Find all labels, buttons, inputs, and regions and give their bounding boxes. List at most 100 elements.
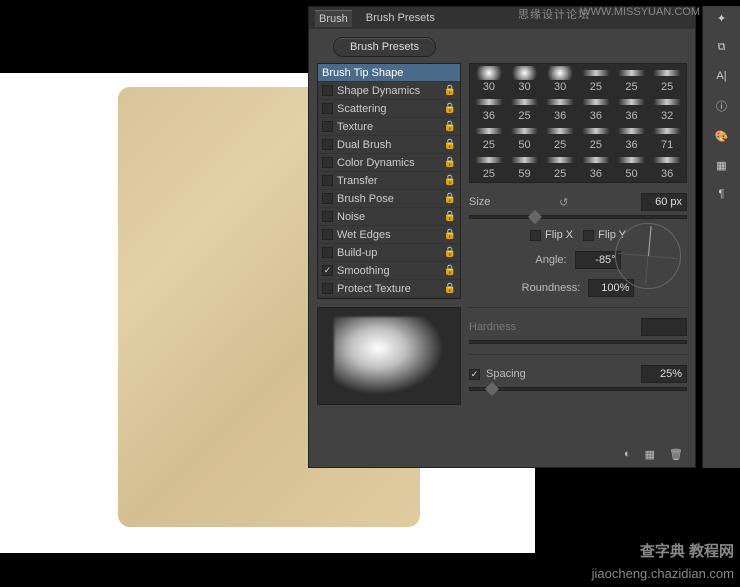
checkbox[interactable]	[322, 103, 333, 114]
lock-icon[interactable]: 🔒	[444, 211, 456, 222]
watermark-cn: 思缘设计论坛	[518, 6, 590, 22]
brush-presets-button[interactable]: Brush Presets	[333, 37, 436, 57]
watermark-url-bottom: jiaocheng.chazidian.com	[592, 566, 734, 581]
angle-input[interactable]	[575, 251, 621, 269]
reset-size-icon[interactable]: ↺	[559, 196, 568, 209]
checkbox[interactable]	[322, 247, 333, 258]
opt-dual-brush[interactable]: Dual Brush🔒	[318, 136, 460, 154]
checkbox[interactable]	[322, 283, 333, 294]
character-icon[interactable]: A|	[716, 70, 726, 82]
brushes-icon[interactable]: ✦	[717, 12, 726, 25]
spacing-checkbox[interactable]: ✓	[469, 369, 480, 380]
opt-wet-edges[interactable]: Wet Edges🔒	[318, 226, 460, 244]
brush-tip-cell[interactable]: 36	[579, 95, 613, 122]
spacing-label: Spacing	[486, 368, 526, 380]
brush-tip-cell[interactable]: 36	[650, 153, 684, 180]
brush-tip-grid[interactable]: 3030302525253625363636322550252536712559…	[469, 63, 687, 183]
checkbox[interactable]	[322, 139, 333, 150]
hardness-label: Hardness	[469, 321, 516, 333]
tab-brush-presets[interactable]: Brush Presets	[362, 10, 439, 26]
toggle-preview-icon[interactable]: ◐	[624, 448, 631, 461]
lock-icon[interactable]: 🔒	[444, 247, 456, 258]
brush-tip-cell[interactable]: 25	[508, 95, 542, 122]
lock-icon[interactable]: 🔒	[444, 229, 456, 240]
brush-tip-cell[interactable]: 25	[579, 124, 613, 151]
brush-tip-cell[interactable]: 50	[615, 153, 649, 180]
size-input[interactable]	[641, 193, 687, 211]
checkbox[interactable]	[322, 121, 333, 132]
brush-preview	[317, 307, 461, 405]
brush-tip-cell[interactable]: 25	[543, 153, 577, 180]
tab-brush[interactable]: Brush	[315, 10, 352, 27]
swatches-icon[interactable]: 🎨	[715, 130, 729, 143]
size-slider[interactable]	[469, 215, 687, 219]
opt-noise[interactable]: Noise🔒	[318, 208, 460, 226]
opt-color-dynamics[interactable]: Color Dynamics🔒	[318, 154, 460, 172]
brush-preview-stroke	[334, 317, 444, 395]
checkbox[interactable]	[322, 175, 333, 186]
brush-tip-cell[interactable]: 36	[472, 95, 506, 122]
brush-tip-cell[interactable]: 71	[650, 124, 684, 151]
checkbox[interactable]	[322, 211, 333, 222]
info-icon[interactable]: ⓘ	[716, 98, 727, 114]
brush-tip-cell[interactable]: 36	[615, 95, 649, 122]
brush-tip-cell[interactable]: 36	[579, 153, 613, 180]
checkbox[interactable]	[322, 85, 333, 96]
opt-scattering[interactable]: Scattering🔒	[318, 100, 460, 118]
opt-shape-dynamics[interactable]: Shape Dynamics🔒	[318, 82, 460, 100]
lock-icon[interactable]: 🔒	[444, 103, 456, 114]
brush-tip-cell[interactable]: 25	[650, 66, 684, 93]
right-toolbar: ✦ ⧉ A| ⓘ 🎨 ▦ ¶	[702, 6, 740, 468]
angle-label: Angle:	[535, 254, 566, 266]
brush-tip-cell[interactable]: 25	[543, 124, 577, 151]
checkbox[interactable]	[322, 157, 333, 168]
opt-smoothing[interactable]: ✓Smoothing🔒	[318, 262, 460, 280]
paragraph-icon[interactable]: ¶	[719, 188, 725, 200]
opt-buildup[interactable]: Build-up🔒	[318, 244, 460, 262]
checkbox[interactable]	[322, 193, 333, 204]
opt-protect-texture[interactable]: Protect Texture🔒	[318, 280, 460, 298]
watermark-url-top: WWW.MISSYUAN.COM	[580, 6, 700, 18]
brush-tip-cell[interactable]: 30	[543, 66, 577, 93]
lock-icon[interactable]: 🔒	[444, 121, 456, 132]
hardness-slider	[469, 340, 687, 344]
brush-tip-cell[interactable]: 36	[543, 95, 577, 122]
spacing-slider[interactable]	[469, 387, 687, 391]
lock-icon[interactable]: 🔒	[444, 283, 456, 294]
opt-brush-tip-shape[interactable]: Brush Tip Shape	[318, 64, 460, 82]
opt-brush-pose[interactable]: Brush Pose🔒	[318, 190, 460, 208]
properties-icon[interactable]: ▦	[716, 159, 726, 172]
new-preset-icon[interactable]: ▦	[645, 448, 655, 461]
flip-y-checkbox[interactable]	[583, 230, 594, 241]
delete-icon[interactable]: 🗑	[669, 448, 683, 461]
brush-tip-cell[interactable]: 30	[508, 66, 542, 93]
spacing-input[interactable]	[641, 365, 687, 383]
lock-icon[interactable]: 🔒	[444, 193, 456, 204]
brush-tip-cell[interactable]: 25	[579, 66, 613, 93]
lock-icon[interactable]: 🔒	[444, 175, 456, 186]
brush-panel: Brush Brush Presets Brush Presets Brush …	[308, 6, 696, 468]
brush-tip-cell[interactable]: 25	[472, 124, 506, 151]
brush-options-list: Brush Tip Shape Shape Dynamics🔒 Scatteri…	[317, 63, 461, 299]
opt-transfer[interactable]: Transfer🔒	[318, 172, 460, 190]
roundness-label: Roundness:	[522, 282, 581, 294]
brush-tip-cell[interactable]: 32	[650, 95, 684, 122]
brush-tip-cell[interactable]: 59	[508, 153, 542, 180]
checkbox[interactable]: ✓	[322, 265, 333, 276]
flip-x-checkbox[interactable]	[530, 230, 541, 241]
lock-icon[interactable]: 🔒	[444, 139, 456, 150]
angle-roundness-widget[interactable]	[615, 223, 681, 289]
brush-tip-cell[interactable]: 25	[472, 153, 506, 180]
checkbox[interactable]	[322, 229, 333, 240]
clone-source-icon[interactable]: ⧉	[718, 41, 726, 54]
opt-texture[interactable]: Texture🔒	[318, 118, 460, 136]
brush-tip-cell[interactable]: 50	[508, 124, 542, 151]
lock-icon[interactable]: 🔒	[444, 85, 456, 96]
brush-tip-cell[interactable]: 25	[615, 66, 649, 93]
hardness-input	[641, 318, 687, 336]
brush-tip-cell[interactable]: 30	[472, 66, 506, 93]
lock-icon[interactable]: 🔒	[444, 265, 456, 276]
brush-tip-cell[interactable]: 36	[615, 124, 649, 151]
watermark-brand: 查字典 教程网	[640, 540, 734, 561]
lock-icon[interactable]: 🔒	[444, 157, 456, 168]
